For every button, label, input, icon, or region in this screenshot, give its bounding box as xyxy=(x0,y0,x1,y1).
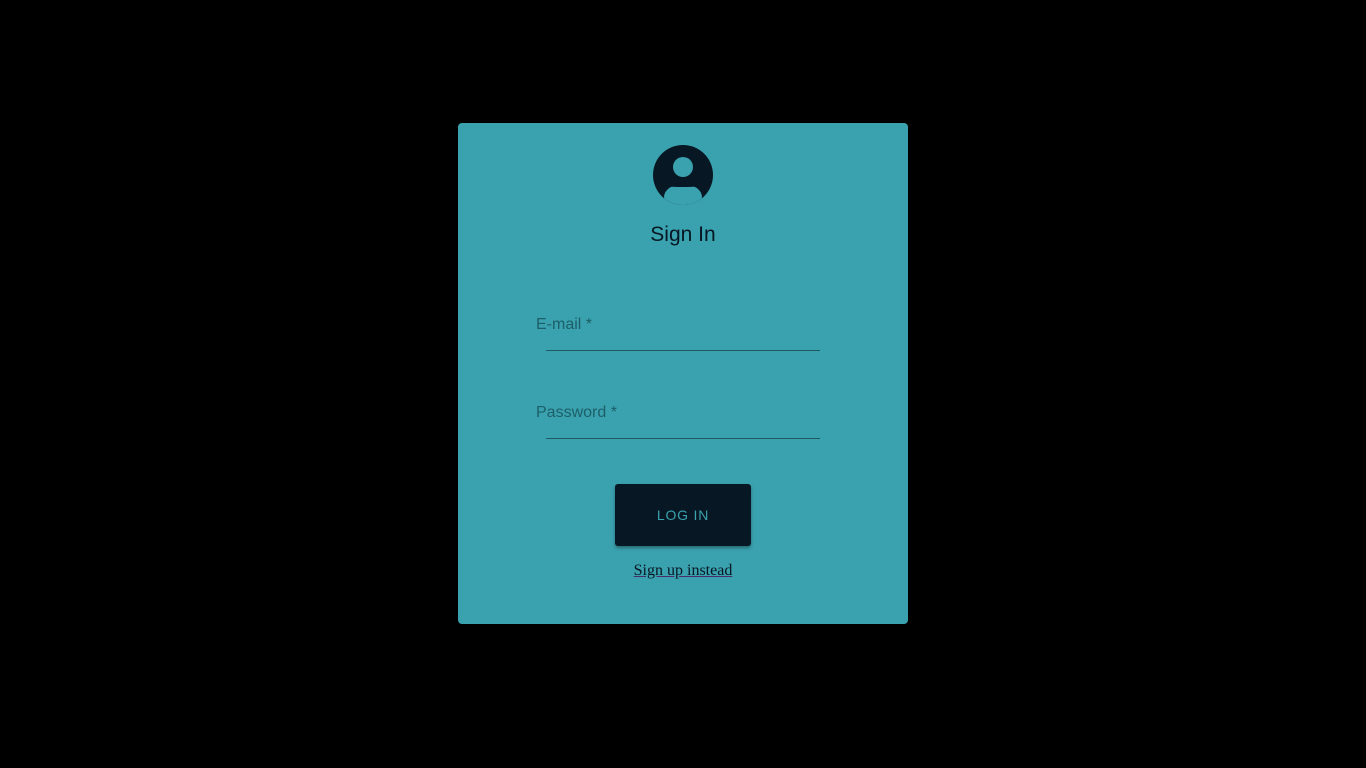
login-button[interactable]: LOG IN xyxy=(615,484,751,546)
password-underline xyxy=(546,438,820,439)
signup-link[interactable]: Sign up instead xyxy=(634,562,733,579)
account-circle-icon xyxy=(653,145,713,205)
email-underline xyxy=(546,350,820,351)
signup-link-container: Sign up instead xyxy=(458,562,908,580)
email-field[interactable]: E-mail * xyxy=(536,308,820,358)
email-input[interactable] xyxy=(546,308,820,350)
sign-in-card: Sign In E-mail * Password * LOG IN Sign … xyxy=(458,123,908,624)
password-field[interactable]: Password * xyxy=(536,396,820,446)
password-input[interactable] xyxy=(546,396,820,438)
page-title: Sign In xyxy=(650,223,716,246)
